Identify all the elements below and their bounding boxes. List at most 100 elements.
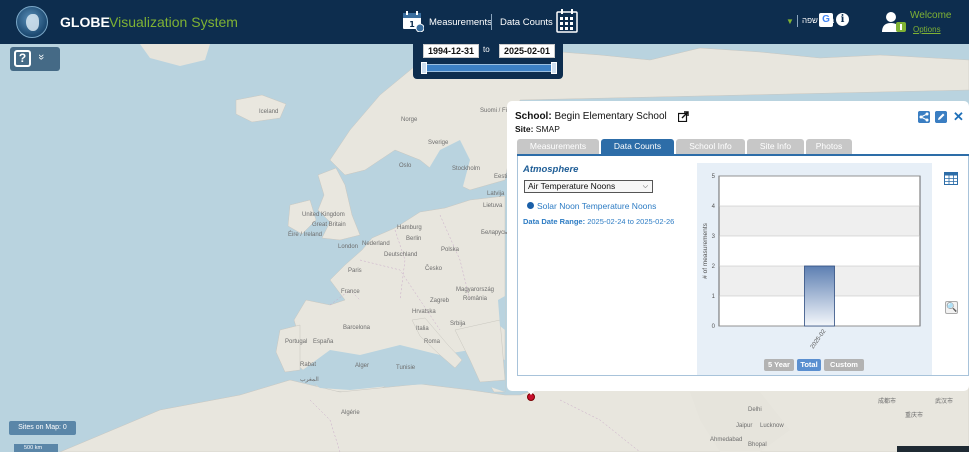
nav-data-counts-link[interactable]: Data Counts xyxy=(500,17,553,28)
map-label: Magyarország xyxy=(456,287,495,293)
user-icon[interactable] xyxy=(881,11,907,33)
y-axis-ticks: 0 1 2 3 4 5 xyxy=(712,174,716,330)
map-label: Roma xyxy=(424,339,441,345)
map-label: Deutschland xyxy=(384,252,418,258)
map-label: Sverige xyxy=(428,140,449,146)
nav-divider xyxy=(491,14,492,30)
range-total-button[interactable]: Total xyxy=(797,359,821,371)
start-date-field[interactable]: 1994-12-31 xyxy=(423,44,480,58)
globe-logo-icon[interactable] xyxy=(16,6,48,38)
data-counts-panel: Atmosphere Air Temperature Noons ⌵ Solar… xyxy=(517,156,969,376)
map-label: Paris xyxy=(348,268,362,274)
map-label: Oslo xyxy=(399,163,412,169)
bar xyxy=(804,265,835,327)
map-label: Lucknow xyxy=(760,423,784,429)
close-icon[interactable]: ✕ xyxy=(953,109,964,125)
date-range-slider[interactable] xyxy=(423,64,554,72)
map-label: Hrvatska xyxy=(412,309,436,315)
map-label: Hamburg xyxy=(397,225,422,231)
data-date-range-label: Data Date Range: xyxy=(523,217,586,226)
map-label: Éire / Ireland xyxy=(288,232,323,238)
map-label: Portugal xyxy=(285,339,308,345)
map-label: Alger xyxy=(355,363,370,369)
map-label: Algérie xyxy=(341,410,360,416)
map-label: 武汉市 xyxy=(935,399,954,405)
x-tick-label: 2025-02 xyxy=(810,328,828,350)
external-link-icon[interactable] xyxy=(678,111,689,122)
y-tick-label: 3 xyxy=(712,234,716,240)
map-label: España xyxy=(313,339,334,345)
map-label: London xyxy=(338,244,359,250)
app-header: GLOBE Visualization System 1 Measurement… xyxy=(0,0,969,44)
edit-icon[interactable] xyxy=(935,111,947,123)
site-label: Site: xyxy=(515,124,534,134)
end-date-field[interactable]: 2025-02-01 xyxy=(499,44,556,58)
range-custom-button[interactable]: Custom xyxy=(824,359,864,371)
tab-data-counts[interactable]: Data Counts xyxy=(601,139,674,154)
range-5-year-button[interactable]: 5 Year xyxy=(764,359,794,371)
map-label: Latvija xyxy=(487,191,505,197)
slider-start-handle[interactable] xyxy=(421,62,427,74)
y-tick-label: 0 xyxy=(712,324,716,330)
tab-school-info[interactable]: School Info xyxy=(676,139,745,154)
data-date-range-value: 2025-02-24 to 2025-02-26 xyxy=(587,217,675,226)
y-tick-label: 4 xyxy=(712,204,716,210)
section-title: Atmosphere xyxy=(523,164,579,175)
protocol-dropdown[interactable]: Air Temperature Noons ⌵ xyxy=(524,180,653,193)
language-divider xyxy=(797,15,798,27)
chart-band xyxy=(719,206,920,236)
map-label: Srbija xyxy=(450,321,466,327)
map-label: Eesti xyxy=(494,174,508,180)
date-to-label: to xyxy=(483,45,490,54)
map-label: Delhi xyxy=(748,407,762,413)
map-label: Tunisie xyxy=(396,365,416,371)
info-icon[interactable]: i xyxy=(836,13,849,26)
date-range-panel: 1994-12-31 to 2025-02-01 xyxy=(413,41,563,79)
x-axis-ticks: 2025-02 xyxy=(810,328,828,350)
map-label: Bhopal xyxy=(748,442,767,448)
radio-solar-noon[interactable] xyxy=(527,202,534,209)
chevron-down-icon: ⌵ xyxy=(642,183,648,190)
map-label: Iceland xyxy=(259,109,279,115)
map-label: Polska xyxy=(441,247,460,253)
brand-title: GLOBE xyxy=(60,14,110,30)
slider-end-handle[interactable] xyxy=(551,62,557,74)
help-button[interactable]: ? » xyxy=(10,47,60,71)
tab-measurements[interactable]: Measurements xyxy=(517,139,599,154)
map-label: Stockholm xyxy=(452,166,481,172)
map-label: Italia xyxy=(416,326,429,332)
sites-on-map-counter[interactable]: Sites on Map: 0 xyxy=(9,421,76,435)
map-label: Berlin xyxy=(406,236,422,242)
map-label: Barcelona xyxy=(343,325,371,331)
map-label: Česko xyxy=(425,266,443,272)
share-icon[interactable] xyxy=(918,111,930,123)
site-popup: School: Begin Elementary School Site: SM… xyxy=(507,101,969,391)
google-translate-icon[interactable]: G xyxy=(819,13,833,27)
map-label: 重庆市 xyxy=(905,413,924,419)
map-label: Rabat xyxy=(300,362,317,368)
tab-photos[interactable]: Photos xyxy=(806,139,852,154)
map-label: Lietuva xyxy=(483,203,503,209)
y-tick-label: 5 xyxy=(712,174,716,180)
tab-site-info[interactable]: Site Info xyxy=(747,139,804,154)
y-tick-label: 2 xyxy=(712,264,716,270)
language-dropdown-arrow-icon[interactable]: ▼ xyxy=(786,17,794,26)
calendar-icon[interactable]: 1 xyxy=(402,10,424,32)
data-counts-grid-icon[interactable] xyxy=(556,9,578,33)
zoom-icon[interactable]: 🔍 xyxy=(945,301,958,314)
map-label: Беларусь xyxy=(481,230,508,236)
options-link[interactable]: Options xyxy=(913,25,941,34)
protocol-dropdown-value: Air Temperature Noons xyxy=(528,181,616,191)
welcome-text: Welcome xyxy=(910,10,952,21)
map-label: France xyxy=(341,289,360,295)
school-heading: School: Begin Elementary School xyxy=(515,111,667,122)
radio-solar-noon-label[interactable]: Solar Noon Temperature Noons xyxy=(537,201,656,211)
map-label: Zagreb xyxy=(430,298,450,304)
table-view-icon[interactable] xyxy=(944,172,958,185)
map-label: United Kingdom xyxy=(302,212,345,218)
chart-band xyxy=(719,236,920,266)
map-label: Jaipur xyxy=(736,423,753,429)
nav-measurements-link[interactable]: Measurements xyxy=(429,17,492,28)
map-label: 成都市 xyxy=(878,399,897,405)
school-label: School: xyxy=(515,111,552,122)
